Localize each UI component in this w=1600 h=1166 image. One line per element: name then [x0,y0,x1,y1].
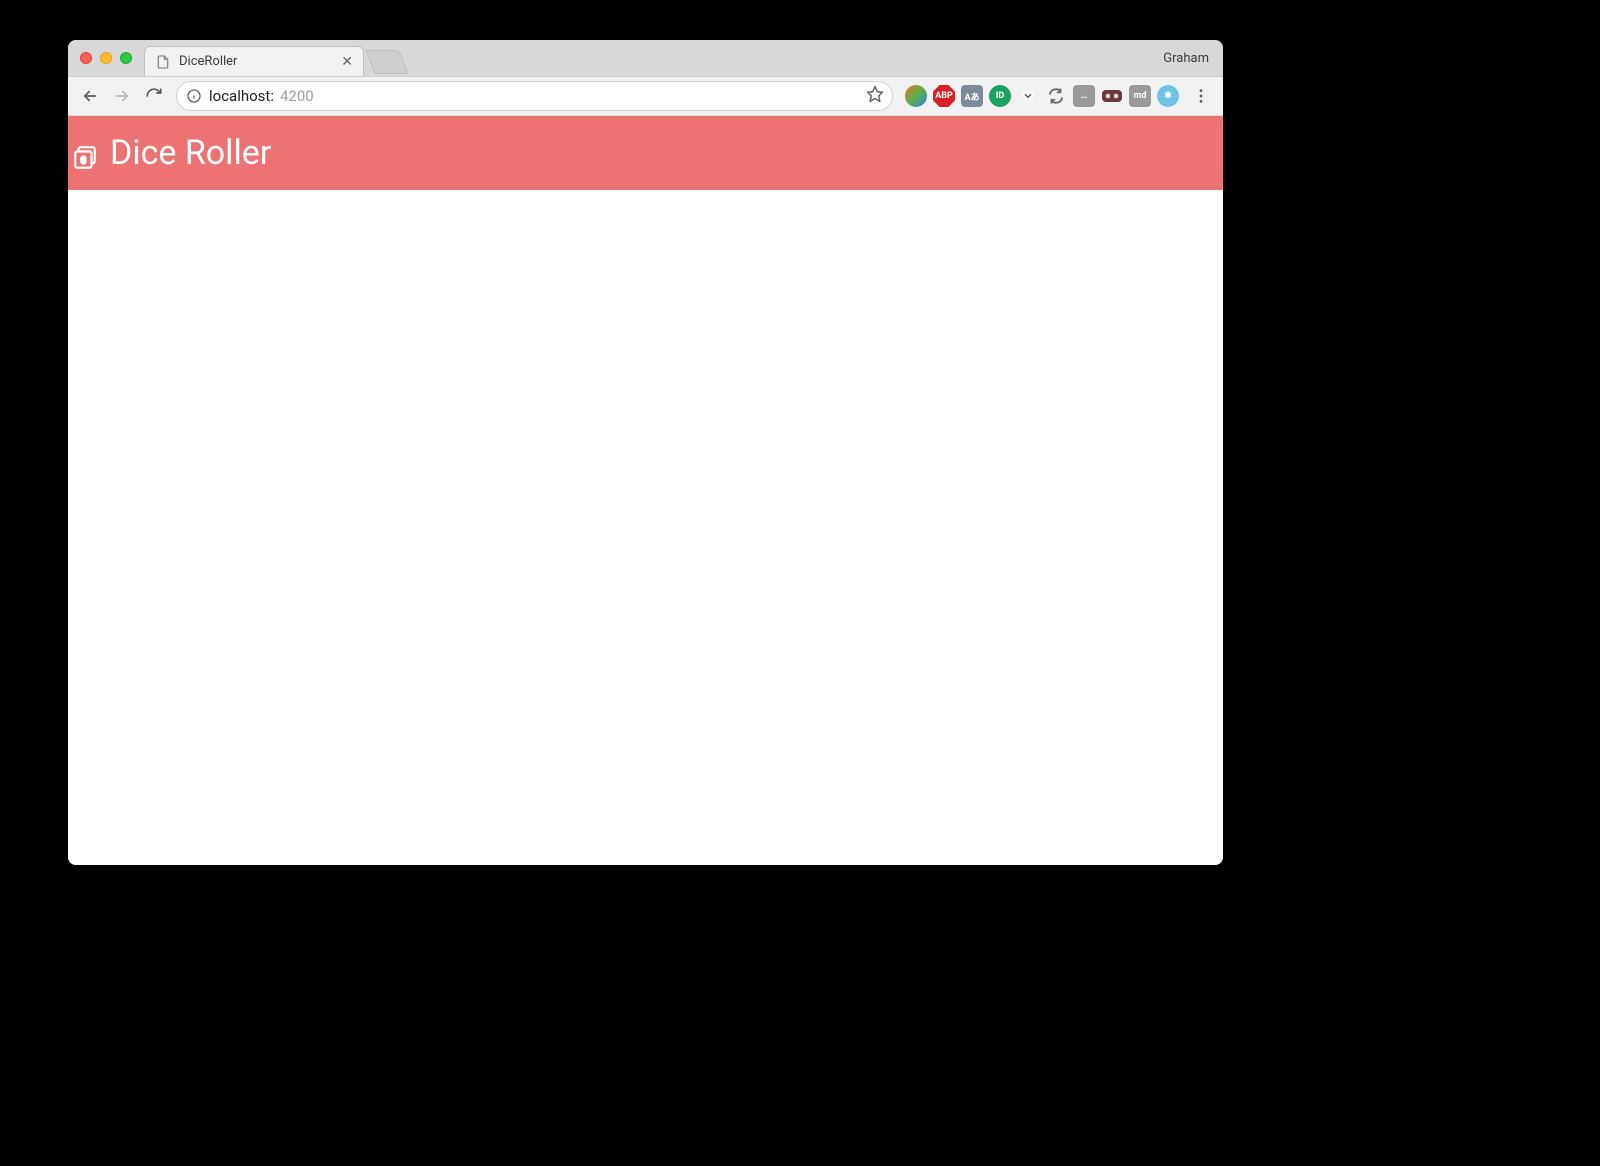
mask-ext-icon[interactable] [1101,85,1123,107]
abp-icon[interactable]: ABP [933,85,955,107]
snowflake-ext-icon[interactable]: ✱ [1157,85,1179,107]
url-host: localhost: [209,87,274,105]
forward-button[interactable] [108,82,136,110]
chat-ext-icon[interactable]: … [1073,85,1095,107]
reload-button[interactable] [140,82,168,110]
refresh-ext-icon[interactable] [1045,85,1067,107]
pocket-icon[interactable] [1017,85,1039,107]
app-title: Dice Roller [110,133,271,173]
back-button[interactable] [76,82,104,110]
extensions-row: ABP Aあ ID … md ✱ [901,85,1183,107]
profile-name[interactable]: Graham [1163,40,1209,76]
svg-text:6: 6 [81,155,87,166]
window-maximize-button[interactable] [120,52,132,64]
window-close-button[interactable] [80,52,92,64]
url-port: 4200 [280,87,314,105]
desktop-background: DiceRoller ✕ Graham localhost: 4200 [0,0,1600,1166]
bookmark-star-icon[interactable] [866,85,884,107]
window-controls [78,40,136,76]
tab-close-icon[interactable]: ✕ [341,55,353,69]
tab-strip: DiceRoller ✕ Graham [68,40,1223,76]
address-bar[interactable]: localhost: 4200 [176,81,893,111]
dice-logo-icon: 6 [72,140,98,166]
browser-menu-button[interactable] [1187,82,1215,110]
site-info-icon[interactable] [185,87,203,105]
md-ext-icon[interactable]: md [1129,85,1151,107]
app-header: 6 Dice Roller [68,116,1223,190]
browser-window: DiceRoller ✕ Graham localhost: 4200 [68,40,1223,865]
tab-favicon-icon [155,54,171,70]
new-tab-button[interactable] [366,50,409,74]
browser-tab[interactable]: DiceRoller ✕ [144,46,364,76]
browser-toolbar: localhost: 4200 ABP Aあ ID … md ✱ [68,76,1223,116]
translate-icon[interactable]: Aあ [961,85,983,107]
page-content: 6 Dice Roller [68,116,1223,865]
green-circle-icon[interactable]: ID [989,85,1011,107]
tab-title: DiceRoller [179,54,333,69]
ext-1[interactable] [905,85,927,107]
window-minimize-button[interactable] [100,52,112,64]
